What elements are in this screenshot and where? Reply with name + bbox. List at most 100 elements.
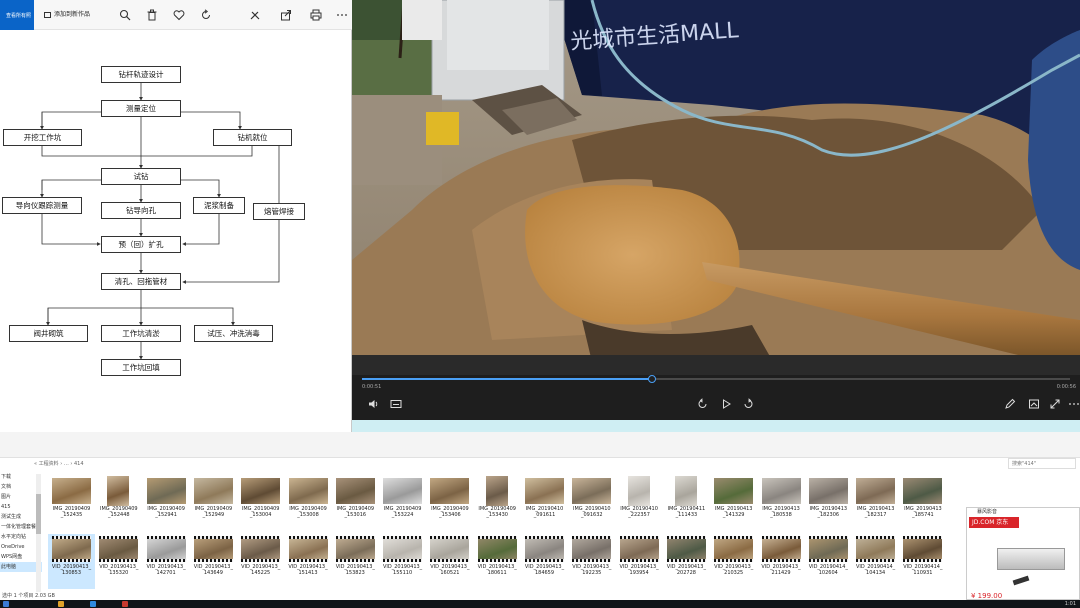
video-file-item[interactable]: VID_20190414_ 104134 (852, 534, 899, 589)
file-name: VID_20190413_ 153823 (335, 564, 375, 576)
video-frame (352, 0, 1080, 375)
start-icon[interactable] (3, 601, 9, 607)
ad-popup[interactable]: 暴风影音 JD.COM 京东 ¥ 199.00 (966, 507, 1080, 600)
subtitles-icon[interactable] (390, 398, 402, 410)
search-input[interactable]: 搜索"414" (1008, 458, 1076, 469)
crop-icon[interactable] (1028, 398, 1040, 410)
image-thumbnail (335, 478, 375, 504)
video-file-item[interactable]: VID_20190413_ 153823 (332, 534, 379, 589)
edit-icon[interactable] (249, 9, 261, 21)
image-file-item[interactable]: IMG_20190409 _153406 (426, 476, 473, 531)
image-thumbnail (674, 476, 697, 506)
seek-knob[interactable] (648, 375, 657, 383)
file-name: VID_20190413_ 192235 (572, 564, 612, 576)
video-file-item[interactable]: VID_20190413_ 210325 (710, 534, 757, 589)
file-name: IMG_20190411 _111433 (667, 506, 706, 518)
address-bar[interactable]: « 工程资料 › … › 414 (34, 460, 1004, 469)
image-file-item[interactable]: IMG_20190411 _111433 (663, 476, 710, 531)
share-icon[interactable] (280, 9, 292, 21)
image-file-item[interactable]: IMG_20190409 _153008 (285, 476, 332, 531)
image-file-item[interactable]: IMG_20190410 _091611 (521, 476, 568, 531)
video-thumbnail (903, 536, 943, 562)
more-icon[interactable] (336, 9, 348, 21)
image-file-item[interactable]: IMG_20190413 _141329 (710, 476, 757, 531)
app-taskbar-icon[interactable] (122, 601, 128, 607)
video-thumbnail (383, 536, 423, 562)
elapsed-time: 0:00:51 (362, 384, 382, 390)
favorite-icon[interactable] (173, 9, 185, 21)
play-icon[interactable] (720, 398, 732, 410)
video-file-item[interactable]: VID_20190413_ 151413 (285, 534, 332, 589)
image-file-item[interactable]: IMG_20190413 _180538 (758, 476, 805, 531)
file-name: VID_20190413_ 210325 (714, 564, 754, 576)
edit-icon[interactable] (1004, 398, 1016, 410)
view-all-photos-tab[interactable]: 查看所有照片 (0, 0, 34, 51)
print-icon[interactable] (310, 9, 322, 21)
sidebar-scrollbar[interactable] (36, 474, 41, 592)
image-file-item[interactable]: IMG_20190413 _182317 (852, 476, 899, 531)
rewind-icon[interactable] (697, 398, 709, 410)
video-file-item[interactable]: VID_20190413_ 202728 (663, 534, 710, 589)
image-file-item[interactable]: IMG_20190410 _222357 (616, 476, 663, 531)
image-file-item[interactable]: IMG_20190413 _185741 (899, 476, 946, 531)
image-file-item[interactable]: IMG_20190409 _152435 (48, 476, 95, 531)
video-file-item[interactable]: VID_20190413_ 155110 (379, 534, 426, 589)
video-file-item[interactable]: VID_20190413_ 193954 (616, 534, 663, 589)
video-file-item[interactable]: VID_20190413_ 143649 (190, 534, 237, 589)
video-file-item[interactable]: VID_20190413_ 184659 (521, 534, 568, 589)
image-thumbnail (52, 478, 91, 504)
rotate-icon[interactable] (200, 9, 212, 21)
file-name: VID_20190413_ 135320 (99, 564, 139, 576)
zoom-icon[interactable] (119, 9, 131, 21)
file-name: VID_20190413_ 160521 (430, 564, 470, 576)
video-file-item[interactable]: VID_20190413_ 211429 (758, 534, 805, 589)
image-file-item[interactable]: IMG_20190409 _152448 (95, 476, 142, 531)
forward-icon[interactable] (742, 398, 754, 410)
image-thumbnail (856, 478, 896, 504)
video-thumbnail (572, 536, 612, 562)
video-file-item[interactable]: VID_20190413_ 142701 (143, 534, 190, 589)
volume-icon[interactable] (368, 398, 380, 410)
image-file-item[interactable]: IMG_20190409 _153004 (237, 476, 284, 531)
browser-taskbar-icon[interactable] (90, 601, 96, 607)
fullscreen-icon[interactable] (1049, 398, 1061, 410)
file-name: IMG_20190409 _153224 (383, 506, 422, 518)
jd-logo: JD.COM 京东 (969, 517, 1019, 528)
image-file-item[interactable]: IMG_20190409 _152949 (190, 476, 237, 531)
status-bar: 选中 1 个项目 2.03 GB (0, 592, 970, 600)
image-file-item[interactable]: IMG_20190410 _091632 (568, 476, 615, 531)
ad-product-image (997, 548, 1065, 570)
ad-header: 暴风影音 (977, 509, 998, 515)
video-thumbnail (52, 536, 91, 562)
image-file-item[interactable]: IMG_20190409 _152941 (143, 476, 190, 531)
image-thumbnail (430, 478, 470, 504)
file-name: VID_20190413_ 193954 (619, 564, 659, 576)
image-file-item[interactable]: IMG_20190409 _153430 (474, 476, 521, 531)
video-player[interactable]: 光城市生活MALL 0:00:51 0:00:56 (352, 0, 1080, 420)
image-file-item[interactable]: IMG_20190409 _153016 (332, 476, 379, 531)
video-file-item[interactable]: VID_20190413_ 160521 (426, 534, 473, 589)
delete-icon[interactable] (146, 9, 158, 21)
image-file-item[interactable]: IMG_20190409 _153224 (379, 476, 426, 531)
explorer-taskbar-icon[interactable] (58, 601, 64, 607)
video-thumbnail (193, 536, 233, 562)
image-thumbnail (288, 478, 328, 504)
sidebar-scroll-thumb[interactable] (36, 494, 41, 534)
video-file-item[interactable]: VID_20190413_ 130853 (48, 534, 95, 589)
more-icon[interactable] (1068, 398, 1080, 410)
flow-node-pit: 开挖工作坑 (3, 129, 82, 146)
total-time: 0:00:56 (1056, 384, 1076, 390)
video-file-item[interactable]: VID_20190413_ 180611 (474, 534, 521, 589)
add-to-creation-button[interactable]: 添加到新作品 (38, 0, 98, 30)
video-file-item[interactable]: VID_20190414_ 110931 (899, 534, 946, 589)
file-name: VID_20190413_ 145225 (241, 564, 281, 576)
file-name: IMG_20190413 _182306 (809, 506, 848, 518)
flow-node-weld: 熔管焊接 (253, 203, 305, 220)
video-file-item[interactable]: VID_20190414_ 102604 (805, 534, 852, 589)
flow-node-rig: 钻机就位 (213, 129, 292, 146)
image-file-item[interactable]: IMG_20190413 _182306 (805, 476, 852, 531)
video-file-item[interactable]: VID_20190413_ 145225 (237, 534, 284, 589)
video-file-item[interactable]: VID_20190413_ 135320 (95, 534, 142, 589)
seek-bar[interactable] (362, 378, 1070, 380)
video-file-item[interactable]: VID_20190413_ 192235 (568, 534, 615, 589)
